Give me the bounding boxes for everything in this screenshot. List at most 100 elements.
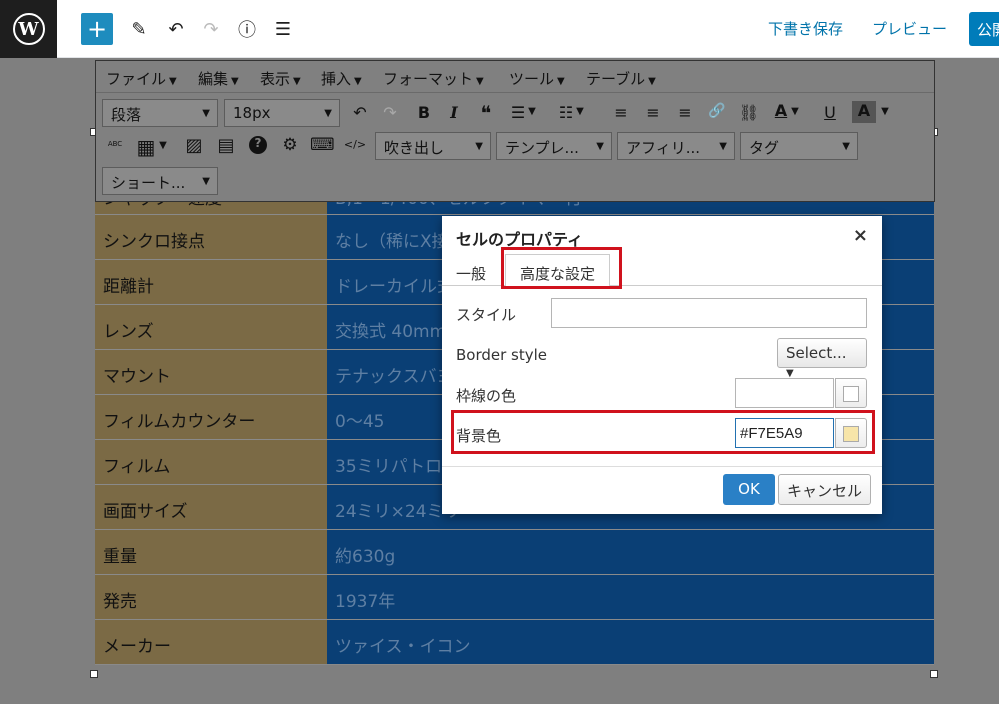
- redo-icon[interactable]: ↷: [197, 13, 225, 45]
- wordpress-logo[interactable]: W: [0, 0, 57, 58]
- format-select[interactable]: 段落 ▼: [102, 99, 218, 127]
- menu-table[interactable]: テーブル ▼: [586, 68, 656, 89]
- image-icon[interactable]: ▨: [182, 135, 206, 156]
- blockquote-icon[interactable]: ❝: [474, 101, 498, 125]
- table-cell-label[interactable]: マウント: [95, 350, 327, 394]
- underline-icon[interactable]: U: [818, 103, 842, 122]
- resize-handle[interactable]: [930, 670, 938, 678]
- border-color-picker-button[interactable]: [835, 378, 867, 408]
- resize-handle[interactable]: [90, 670, 98, 678]
- editor-menubar: ファイル ▼ 編集 ▼ 表示 ▼ 挿入 ▼ フォーマット ▼ ツール ▼ テーブル ▼: [96, 61, 934, 93]
- publish-button[interactable]: 公開: [969, 12, 999, 46]
- font-size-select[interactable]: 18px ▼: [224, 99, 340, 127]
- border-style-label: Border style: [456, 346, 548, 364]
- menu-view[interactable]: 表示 ▼: [260, 68, 301, 89]
- menu-label: ツール: [509, 70, 555, 88]
- caret-down-icon[interactable]: ▼: [878, 106, 892, 117]
- format-select-value: 段落: [111, 106, 142, 124]
- background-color-swatch: [843, 426, 859, 442]
- border-style-select[interactable]: Select... ▼: [777, 338, 867, 379]
- caret-down-icon: ▼: [842, 141, 850, 152]
- caret-down-icon: ▼: [557, 76, 565, 87]
- media-icon[interactable]: ▤: [214, 135, 238, 156]
- table-cell-label[interactable]: 画面サイズ: [95, 485, 327, 529]
- table-icon[interactable]: ▦: [134, 135, 158, 159]
- ok-button[interactable]: OK: [723, 474, 775, 505]
- table-row[interactable]: メーカー ツァイス・イコン: [95, 620, 934, 665]
- code-icon[interactable]: </>: [342, 138, 368, 151]
- menu-label: 編集: [198, 70, 229, 88]
- undo-icon[interactable]: ↶: [348, 103, 372, 122]
- dialog-footer-divider: [442, 466, 882, 467]
- tag-select[interactable]: タグ ▼: [740, 132, 858, 160]
- table-row[interactable]: 発売 1937年: [95, 575, 934, 620]
- tab-general[interactable]: 一般: [442, 259, 500, 288]
- undo-icon[interactable]: ↶: [162, 13, 190, 45]
- align-right-icon[interactable]: ≡: [673, 103, 697, 122]
- unlink-icon[interactable]: ⛓: [737, 103, 761, 122]
- caret-down-icon[interactable]: ▼: [573, 106, 587, 117]
- table-cell-label[interactable]: レンズ: [95, 305, 327, 349]
- table-cell-label[interactable]: 発売: [95, 575, 327, 619]
- info-icon[interactable]: ⓘ: [233, 13, 261, 45]
- table-cell-label[interactable]: フィルム: [95, 440, 327, 484]
- template-select[interactable]: テンプレ... ▼: [496, 132, 612, 160]
- caret-down-icon[interactable]: ▼: [525, 106, 539, 117]
- template-select-value: テンプレ...: [505, 139, 579, 157]
- menu-file[interactable]: ファイル ▼: [106, 68, 177, 89]
- left-gutter: [0, 58, 17, 704]
- affiliate-select[interactable]: アフィリ... ▼: [617, 132, 735, 160]
- table-cell-label[interactable]: シンクロ接点: [95, 215, 327, 259]
- caret-down-icon[interactable]: ▼: [788, 106, 802, 117]
- background-color-picker-button[interactable]: [835, 418, 867, 448]
- background-color-input[interactable]: [735, 418, 834, 448]
- table-cell-value[interactable]: ツァイス・イコン: [327, 620, 934, 664]
- table-cell-label[interactable]: 距離計: [95, 260, 327, 304]
- menu-label: 表示: [260, 70, 291, 88]
- table-cell-label[interactable]: メーカー: [95, 620, 327, 664]
- bold-icon[interactable]: B: [412, 103, 436, 122]
- balloon-select[interactable]: 吹き出し ▼: [375, 132, 491, 160]
- save-draft-button[interactable]: 下書き保存: [768, 18, 843, 39]
- table-row[interactable]: 重量 約630g: [95, 530, 934, 575]
- menu-insert[interactable]: 挿入 ▼: [321, 68, 362, 89]
- special-char-icon[interactable]: ⚙: [278, 135, 302, 155]
- preview-button[interactable]: プレビュー: [872, 18, 947, 39]
- border-color-swatch: [843, 386, 859, 402]
- table-cell-label[interactable]: フィルムカウンター: [95, 395, 327, 439]
- tag-select-value: タグ: [749, 139, 780, 157]
- help-icon[interactable]: ?: [249, 136, 267, 154]
- link-icon[interactable]: 🔗: [705, 103, 729, 119]
- spellcheck-icon[interactable]: ABC: [104, 140, 126, 148]
- table-cell-value[interactable]: 1937年: [327, 575, 934, 619]
- add-block-button[interactable]: +: [81, 13, 113, 45]
- close-icon[interactable]: ×: [853, 225, 868, 246]
- edit-icon[interactable]: ✎: [125, 13, 153, 45]
- italic-icon[interactable]: I: [442, 103, 466, 122]
- table-cell-label[interactable]: 重量: [95, 530, 327, 574]
- border-style-value: Select...: [786, 344, 847, 362]
- table-cell-value[interactable]: 約630g: [327, 530, 934, 574]
- wordpress-icon: W: [12, 13, 45, 45]
- style-input[interactable]: [551, 298, 867, 328]
- menu-label: テーブル: [586, 70, 646, 88]
- shortcode-select[interactable]: ショート... ▼: [102, 167, 218, 195]
- menu-tools[interactable]: ツール ▼: [509, 68, 565, 89]
- align-left-icon[interactable]: ≡: [609, 103, 633, 122]
- caret-down-icon: ▼: [169, 76, 177, 87]
- background-color-icon[interactable]: A: [852, 101, 876, 123]
- menu-label: 挿入: [321, 70, 352, 88]
- caret-down-icon: ▼: [202, 108, 210, 119]
- menu-edit[interactable]: 編集 ▼: [198, 68, 239, 89]
- redo-icon[interactable]: ↷: [378, 103, 402, 122]
- align-center-icon[interactable]: ≡: [641, 103, 665, 122]
- keyboard-icon[interactable]: ⌨: [310, 135, 335, 155]
- cancel-button[interactable]: キャンセル: [778, 474, 871, 505]
- menu-format[interactable]: フォーマット ▼: [383, 68, 484, 89]
- style-label: スタイル: [456, 306, 517, 324]
- font-size-value: 18px: [233, 104, 271, 122]
- caret-down-icon: ▼: [596, 141, 604, 152]
- border-color-input[interactable]: [735, 378, 834, 408]
- outline-icon[interactable]: ☰: [269, 13, 297, 45]
- caret-down-icon[interactable]: ▼: [156, 140, 170, 151]
